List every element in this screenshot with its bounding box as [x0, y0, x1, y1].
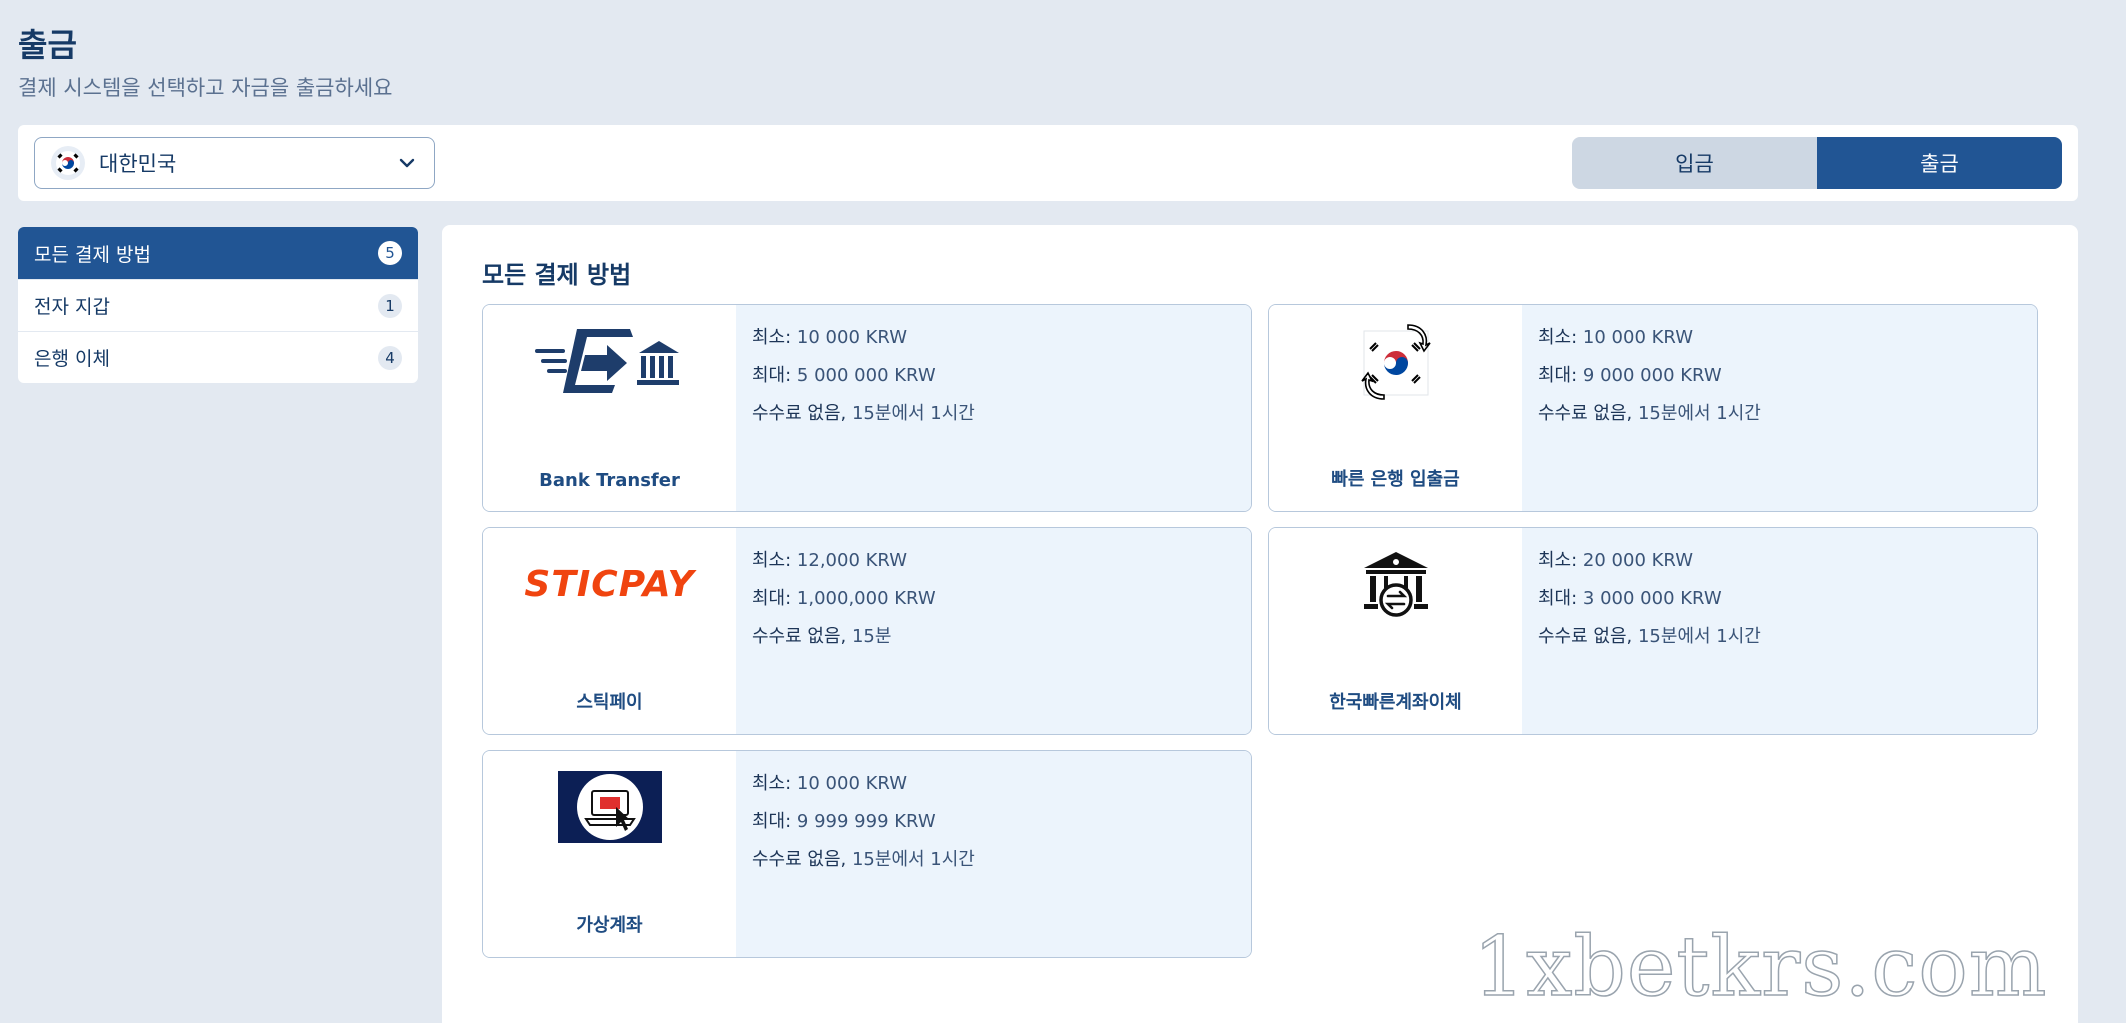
page-title: 출금 [18, 26, 77, 64]
fee-and-time: 수수료 없음, 15분에서 1시간 [1538, 403, 1761, 424]
payment-card-fast-bank[interactable]: 빠른 은행 입출금 최소: 10 000 KRW 최대: 9 000 000 K… [1268, 304, 2038, 512]
withdraw-tab[interactable]: 출금 [1817, 137, 2062, 189]
fee-and-time: 수수료 없음, 15분 [752, 626, 892, 647]
card-method-name: 한국빠른계좌이체 [1329, 692, 1462, 713]
sidebar-item-e-wallet[interactable]: 전자 지갑 1 [18, 279, 418, 331]
card-method-name: 스틱페이 [576, 692, 643, 713]
country-label: 대한민국 [99, 152, 177, 176]
top-bar: 대한민국 입금 출금 [18, 125, 2078, 201]
sidebar-item-all-methods[interactable]: 모든 결제 방법 5 [18, 227, 418, 279]
min-amount: 최소: 10 000 KRW [752, 327, 908, 348]
min-amount: 최소: 20 000 KRW [1538, 550, 1694, 571]
card-logo-area: STICPAY 스틱페이 [483, 528, 736, 734]
card-logo-area: 가상계좌 [483, 751, 736, 957]
deposit-tab[interactable]: 입금 [1572, 137, 1817, 189]
card-logo-area: 빠른 은행 입출금 [1269, 305, 1522, 511]
payment-card-bank-transfer[interactable]: Bank Transfer 최소: 10 000 KRW 최대: 5 000 0… [482, 304, 1252, 512]
card-method-name: 빠른 은행 입출금 [1331, 469, 1460, 490]
fee-and-time: 수수료 없음, 15분에서 1시간 [752, 849, 975, 870]
payment-card-virtual-account[interactable]: 가상계좌 최소: 10 000 KRW 최대: 9 999 999 KRW 수수… [482, 750, 1252, 958]
max-amount: 최대: 1,000,000 KRW [752, 588, 936, 609]
payment-card-sticpay[interactable]: STICPAY 스틱페이 최소: 12,000 KRW 최대: 1,000,00… [482, 527, 1252, 735]
min-amount: 최소: 10 000 KRW [1538, 327, 1694, 348]
card-method-name: 가상계좌 [576, 915, 643, 936]
page-subtitle: 결제 시스템을 선택하고 자금을 출금하세요 [18, 76, 393, 100]
korea-flag-icon [51, 146, 85, 180]
count-badge: 5 [378, 241, 402, 265]
korea-flag-exchange-icon [1360, 324, 1431, 400]
min-amount: 최소: 10 000 KRW [752, 773, 908, 794]
max-amount: 최대: 9 999 999 KRW [752, 811, 936, 832]
min-amount: 최소: 12,000 KRW [752, 550, 908, 571]
card-logo-area: Bank Transfer [483, 305, 736, 511]
max-amount: 최대: 9 000 000 KRW [1538, 365, 1722, 386]
sticpay-logo: STICPAY [524, 563, 695, 605]
sidebar-item-label: 모든 결제 방법 [34, 243, 151, 266]
card-info: 최소: 20 000 KRW 최대: 3 000 000 KRW 수수료 없음,… [1522, 528, 2037, 734]
card-info: 최소: 10 000 KRW 최대: 9 000 000 KRW 수수료 없음,… [1522, 305, 2037, 511]
count-badge: 4 [378, 345, 402, 370]
bank-exchange-icon [1363, 552, 1428, 617]
sidebar-item-label: 은행 이체 [34, 348, 110, 370]
chevron-down-icon [399, 158, 415, 168]
fee-and-time: 수수료 없음, 15분에서 1시간 [752, 403, 975, 424]
watermark: 1xbetkrs.com [1472, 919, 2048, 1016]
virtual-account-icon [557, 771, 662, 843]
card-info: 최소: 10 000 KRW 최대: 9 999 999 KRW 수수료 없음,… [736, 751, 1251, 957]
payment-card-korea-fast-transfer[interactable]: 한국빠른계좌이체 최소: 20 000 KRW 최대: 3 000 000 KR… [1268, 527, 2038, 735]
count-badge: 1 [378, 293, 402, 318]
card-method-name: Bank Transfer [539, 470, 680, 491]
country-select[interactable]: 대한민국 [34, 137, 435, 189]
max-amount: 최대: 5 000 000 KRW [752, 365, 936, 386]
max-amount: 최대: 3 000 000 KRW [1538, 588, 1722, 609]
sidebar-item-label: 전자 지갑 [34, 296, 110, 318]
bank-transfer-icon [534, 329, 679, 393]
deposit-withdraw-toggle: 입금 출금 [1572, 137, 2062, 189]
payment-category-sidebar: 모든 결제 방법 5 전자 지갑 1 은행 이체 4 [18, 227, 418, 383]
card-info: 최소: 12,000 KRW 최대: 1,000,000 KRW 수수료 없음,… [736, 528, 1251, 734]
sidebar-item-bank-transfer[interactable]: 은행 이체 4 [18, 331, 418, 383]
fee-and-time: 수수료 없음, 15분에서 1시간 [1538, 626, 1761, 647]
section-title: 모든 결제 방법 [482, 261, 632, 289]
payment-methods-panel: 모든 결제 방법 Bank Transfer 최소: 10 000 KRW 최대… [442, 225, 2078, 1023]
card-info: 최소: 10 000 KRW 최대: 5 000 000 KRW 수수료 없음,… [736, 305, 1251, 511]
card-logo-area: 한국빠른계좌이체 [1269, 528, 1522, 734]
